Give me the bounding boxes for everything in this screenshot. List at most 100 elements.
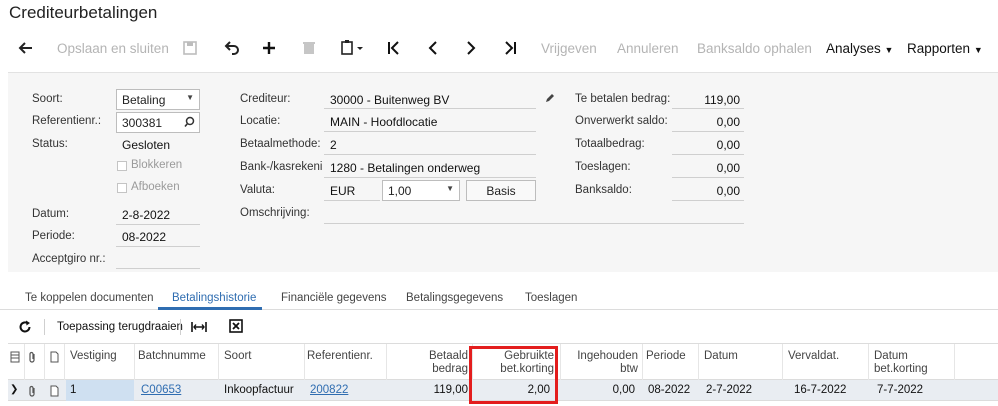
column-header-reference[interactable]: Referentienr. (307, 350, 373, 363)
column-separator (868, 344, 869, 380)
period-underline (116, 246, 200, 247)
column-header-period[interactable]: Periode (646, 350, 686, 363)
reference-input[interactable]: 300381 (116, 112, 200, 133)
reports-menu[interactable]: Rapporten ▼ (907, 41, 983, 56)
analyses-label: Analyses (826, 41, 881, 56)
chevron-down-icon: ▼ (186, 93, 194, 102)
location-input[interactable]: MAIN - Hoofdlocatie (330, 115, 437, 129)
date-input[interactable]: 2-8-2022 (122, 208, 170, 222)
column-separator (782, 344, 783, 380)
delete-icon[interactable] (302, 38, 316, 58)
void-checkbox[interactable] (117, 183, 127, 193)
column-header-discount-date[interactable]: Datum bet.korting (874, 350, 928, 376)
search-icon[interactable] (184, 116, 195, 128)
column-separator (218, 344, 219, 380)
column-separator (44, 344, 45, 380)
charges-value: 0,00 (716, 161, 740, 175)
row-selector-icon[interactable] (10, 351, 20, 363)
edit-pencil-icon[interactable] (544, 92, 556, 104)
add-icon[interactable] (262, 38, 276, 58)
cash-account-underline (324, 177, 536, 178)
payment-method-input[interactable]: 2 (330, 138, 337, 152)
undo-icon[interactable] (224, 38, 240, 58)
cell-type: Inkoopfactuur (224, 384, 294, 396)
currency-rate-value: 1,00 (388, 184, 412, 198)
bank-balance-label: Banksaldo: (575, 184, 632, 196)
tab-payment-history[interactable]: Betalingshistorie (172, 292, 256, 304)
amount-due-value: 119,00 (704, 93, 740, 107)
vendor-label: Crediteur: (240, 93, 291, 105)
block-checkbox[interactable] (117, 161, 127, 171)
fit-columns-icon[interactable] (191, 320, 207, 334)
column-header-withheld-vat[interactable]: Ingehouden btw (562, 350, 638, 376)
period-input[interactable]: 08-2022 (122, 230, 166, 244)
attachment-icon[interactable] (28, 385, 37, 397)
main-toolbar: Opslaan en sluiten Vrijgeven Annuleren B… (0, 34, 998, 66)
caret-down-icon: ▼ (973, 45, 983, 55)
attachment-icon[interactable] (28, 351, 37, 363)
grid-toolbar: Toepassing terugdraaien (0, 314, 998, 340)
unapplied-label: Onverwerkt saldo: (575, 115, 668, 127)
column-header-branch[interactable]: Vestiging (70, 350, 117, 363)
vendor-underline (324, 108, 536, 109)
column-header-type[interactable]: Soort (224, 350, 252, 363)
save-close-button[interactable]: Opslaan en sluiten (57, 41, 169, 56)
column-header-discdate-line1: Datum (874, 350, 908, 362)
chevron-down-icon: ▼ (446, 184, 454, 193)
base-currency-button[interactable]: Basis (466, 180, 536, 201)
vendor-input[interactable]: 30000 - Buitenweg BV (330, 93, 449, 107)
column-header-date[interactable]: Datum (704, 350, 738, 363)
cell-reference-link[interactable]: 200822 (310, 384, 348, 396)
tab-charges[interactable]: Toeslagen (525, 292, 577, 304)
cell-amount: 119,00 (433, 384, 468, 396)
column-header-amount[interactable]: Betaald bedrag (388, 350, 468, 376)
column-separator (954, 344, 955, 380)
column-header-due-date[interactable]: Vervaldat. (788, 350, 839, 363)
status-label: Status: (32, 138, 68, 150)
refresh-icon[interactable] (18, 320, 32, 334)
last-record-icon[interactable] (503, 38, 517, 58)
charges-label: Toeslagen: (575, 161, 631, 173)
highlight-frame (469, 346, 558, 404)
cell-branch[interactable]: 1 (70, 384, 76, 396)
tab-payment-details[interactable]: Betalingsgegevens (406, 292, 503, 304)
previous-record-icon[interactable] (427, 38, 439, 58)
export-excel-icon[interactable] (229, 319, 243, 333)
currency-code: EUR (330, 184, 356, 198)
reverse-application-button[interactable]: Toepassing terugdraaien (57, 321, 183, 333)
column-separator (134, 344, 135, 380)
cell-batch-link[interactable]: C00653 (141, 384, 181, 396)
note-icon[interactable] (50, 385, 59, 397)
column-header-batch[interactable]: Batchnumme (138, 350, 206, 363)
charges-underline (672, 177, 744, 178)
cancel-button[interactable]: Annuleren (617, 41, 679, 56)
currency-rate-select[interactable]: 1,00 ▼ (382, 180, 460, 201)
date-label: Datum: (32, 208, 70, 220)
location-label: Locatie: (240, 115, 281, 127)
release-button[interactable]: Vrijgeven (541, 41, 597, 56)
bank-balance-value: 0,00 (716, 184, 740, 198)
date-underline (116, 224, 200, 225)
row-arrow-icon: ❯ (10, 384, 19, 395)
first-record-icon[interactable] (387, 38, 401, 58)
type-select[interactable]: Betaling ▼ (116, 89, 200, 110)
analyses-menu[interactable]: Analyses ▼ (826, 41, 893, 56)
column-separator (64, 344, 65, 380)
total-label: Totaalbedrag: (575, 138, 645, 150)
note-icon[interactable] (50, 351, 59, 363)
block-label: Blokkeren (131, 159, 183, 171)
toolbar-divider (44, 319, 45, 335)
caret-down-icon: ▼ (884, 45, 894, 55)
save-icon[interactable] (183, 38, 197, 58)
total-value: 0,00 (716, 138, 740, 152)
amount-due-label: Te betalen bedrag: (575, 93, 671, 105)
clipboard-icon[interactable] (340, 38, 366, 58)
bank-balance-button[interactable]: Banksaldo ophalen (697, 41, 812, 56)
cash-account-input[interactable]: 1280 - Betalingen onderweg (330, 161, 480, 175)
column-header-discdate-line2: bet.korting (874, 363, 928, 375)
next-record-icon[interactable] (465, 38, 477, 58)
tab-documents-to-apply[interactable]: Te koppelen documenten (25, 292, 154, 304)
tab-financial-details[interactable]: Financiële gegevens (281, 292, 387, 304)
description-underline (324, 223, 744, 224)
back-icon[interactable] (18, 38, 34, 58)
